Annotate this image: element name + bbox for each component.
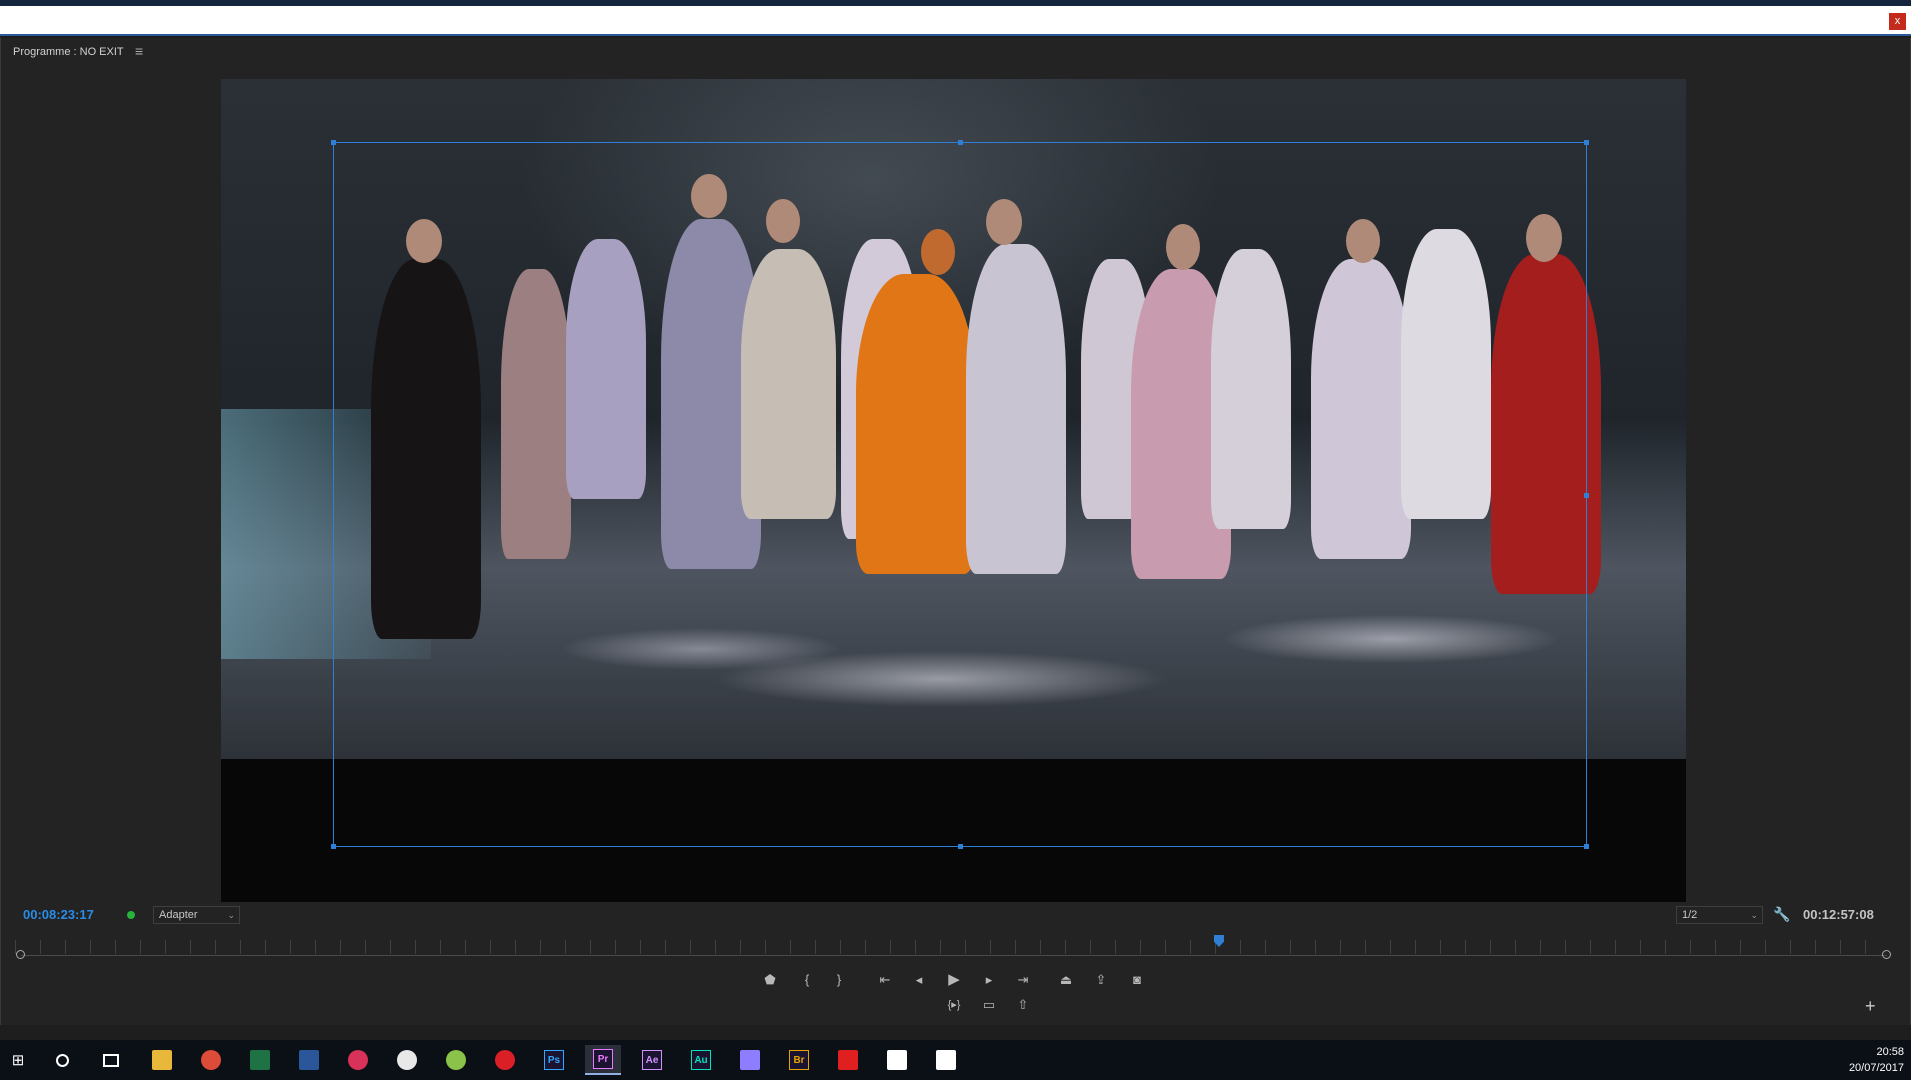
step-back-icon[interactable]: ◂ — [908, 970, 930, 990]
time-ruler[interactable] — [15, 940, 1887, 954]
taskbar-bridge[interactable]: Br — [781, 1045, 817, 1075]
taskbar-media-encoder[interactable] — [732, 1045, 768, 1075]
mail-icon — [936, 1050, 956, 1070]
lift-icon[interactable]: ⏏ — [1055, 970, 1077, 990]
video-frame — [221, 79, 1686, 902]
creative-cloud-icon — [495, 1050, 515, 1070]
taskbar-calculator[interactable] — [879, 1045, 915, 1075]
transform-handle[interactable] — [331, 844, 336, 849]
task-view-button[interactable] — [93, 1045, 129, 1075]
taskbar-after-effects[interactable]: Ae — [634, 1045, 670, 1075]
transform-handle[interactable] — [331, 140, 336, 145]
close-button[interactable]: x — [1889, 13, 1906, 30]
transform-handle[interactable] — [1584, 140, 1589, 145]
taskbar-audition[interactable]: Au — [683, 1045, 719, 1075]
add-button[interactable]: + — [1865, 996, 1876, 1017]
taskbar-premiere[interactable]: Pr — [585, 1045, 621, 1075]
export-frame-icon[interactable]: ◙ — [1126, 970, 1148, 990]
marker-icon[interactable]: ⬟ — [759, 970, 781, 990]
panel-title[interactable]: Programme : NO EXIT — [13, 46, 124, 58]
safe-margins-icon[interactable]: ▭ — [978, 995, 1000, 1015]
clock-date: 20/07/2017 — [1848, 1062, 1904, 1074]
word-icon — [299, 1050, 319, 1070]
mark-out-icon[interactable]: } — [828, 970, 850, 990]
transform-handle[interactable] — [1584, 493, 1589, 498]
taskbar-android-app[interactable] — [438, 1045, 474, 1075]
resolution-select[interactable]: 1/2 ⌄ — [1676, 906, 1763, 924]
step-forward-icon[interactable]: ▸ — [978, 970, 1000, 990]
transform-handle[interactable] — [1584, 844, 1589, 849]
start-button[interactable]: ⊞ — [0, 1045, 36, 1075]
davinci-icon — [348, 1050, 368, 1070]
task-view-icon — [103, 1053, 119, 1067]
chrome-icon — [201, 1050, 221, 1070]
current-timecode[interactable]: 00:08:23:17 — [23, 907, 94, 922]
android-app-icon — [446, 1050, 466, 1070]
clock-time: 20:58 — [1876, 1046, 1904, 1058]
play-icon[interactable]: ▶ — [943, 970, 965, 990]
play-in-to-out-icon[interactable]: {▸} — [943, 995, 965, 1015]
calculator-icon — [887, 1050, 907, 1070]
taskbar-creative-cloud[interactable] — [487, 1045, 523, 1075]
status-indicator — [127, 911, 135, 919]
total-duration: 00:12:57:08 — [1803, 907, 1874, 922]
taskbar-acrobat[interactable] — [830, 1045, 866, 1075]
after-effects-icon: Ae — [642, 1050, 662, 1070]
photoshop-icon: Ps — [544, 1050, 564, 1070]
mark-in-icon[interactable]: { — [796, 970, 818, 990]
transform-handle[interactable] — [958, 140, 963, 145]
taskbar-excel[interactable] — [242, 1045, 278, 1075]
windows-icon: ⊞ — [11, 1052, 25, 1069]
go-to-in-icon[interactable]: ⇤ — [874, 970, 896, 990]
transform-bounding-box[interactable] — [331, 140, 1589, 849]
audition-icon: Au — [691, 1050, 711, 1070]
taskbar-navigator[interactable] — [389, 1045, 425, 1075]
excel-icon — [250, 1050, 270, 1070]
wrench-icon[interactable]: 🔧 — [1773, 906, 1790, 923]
taskbar-word[interactable] — [291, 1045, 327, 1075]
taskbar-davinci[interactable] — [340, 1045, 376, 1075]
export-icon[interactable]: ⇧ — [1012, 995, 1034, 1015]
bridge-icon: Br — [789, 1050, 809, 1070]
in-point-handle[interactable] — [16, 950, 25, 959]
out-point-handle[interactable] — [1882, 950, 1891, 959]
taskbar-photoshop[interactable]: Ps — [536, 1045, 572, 1075]
chevron-down-icon: ⌄ — [227, 910, 235, 920]
scrub-track[interactable] — [21, 955, 1887, 956]
acrobat-icon — [838, 1050, 858, 1070]
resolution-select-value: 1/2 — [1682, 909, 1698, 921]
premiere-icon: Pr — [593, 1049, 613, 1069]
system-clock[interactable]: 20:58 20/07/2017 — [1849, 1044, 1904, 1076]
cortana-button[interactable] — [44, 1045, 80, 1075]
fit-select-value: Adapter — [159, 909, 198, 921]
taskbar-mail[interactable] — [928, 1045, 964, 1075]
taskbar-chrome[interactable] — [193, 1045, 229, 1075]
fit-select[interactable]: Adapter ⌄ — [153, 906, 240, 924]
go-to-out-icon[interactable]: ⇥ — [1012, 970, 1034, 990]
hamburger-icon[interactable]: ≡ — [135, 43, 143, 59]
navigator-icon — [397, 1050, 417, 1070]
window-titlebar: x — [0, 6, 1911, 36]
windows-taskbar: ⊞ Ps Pr Ae Au Br 20:58 20/07/2017 — [0, 1040, 1911, 1080]
cortana-icon — [55, 1053, 69, 1067]
transform-handle[interactable] — [958, 844, 963, 849]
chevron-down-icon: ⌄ — [1750, 910, 1758, 920]
extract-icon[interactable]: ⇪ — [1090, 970, 1112, 990]
taskbar-file-explorer[interactable] — [144, 1045, 180, 1075]
file-explorer-icon — [152, 1050, 172, 1070]
media-encoder-icon — [740, 1050, 760, 1070]
program-monitor-panel: Programme : NO EXIT ≡ 00:08:23:17 Adapte… — [0, 38, 1911, 1025]
